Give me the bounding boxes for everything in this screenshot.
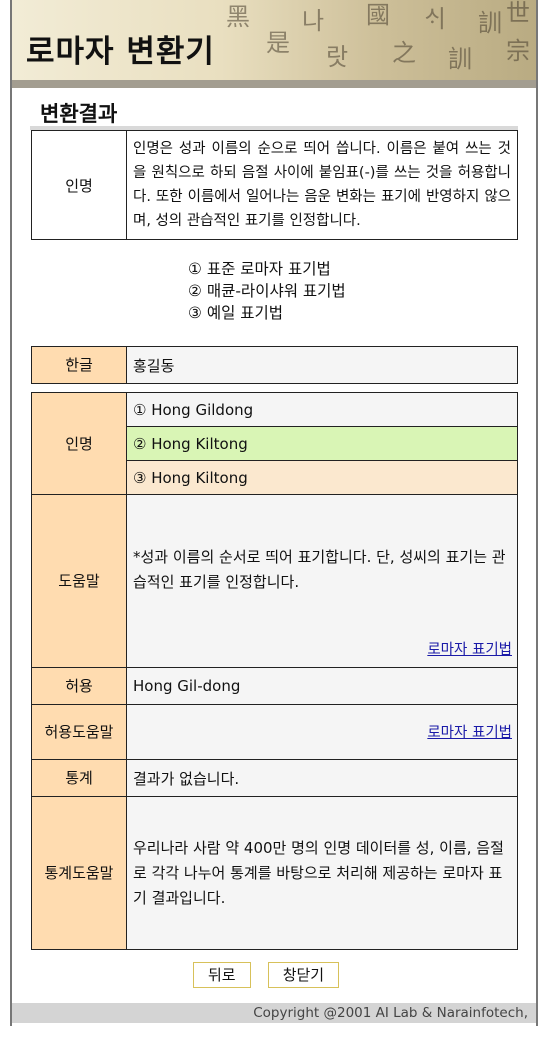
name-result-standard: ① Hong Gildong bbox=[126, 392, 518, 427]
table-row: 인명 ① Hong Gildong bbox=[31, 392, 518, 495]
section-title: 변환결과 bbox=[40, 102, 118, 126]
result-table: 한글 홍길동 인명 ① Hong Gildong ② Hong Kiltong … bbox=[31, 346, 518, 950]
footer: Copyright @2001 AI Lab & Narainfotech, bbox=[12, 1003, 536, 1023]
name-label: 인명 bbox=[31, 392, 127, 495]
table-row: 도움말 *성과 이름의 순서로 띄어 표기합니다. 단, 성씨의 표기는 관습적… bbox=[31, 494, 518, 668]
header-banner: 黑 是 나 랏 國 之 ᄉᆡ 訓 訓 世 宗 로마자 변환기 bbox=[12, 0, 536, 88]
name-rule-note-table: 인명 인명은 성과 이름의 순으로 띄어 씁니다. 이름은 붙여 쓰는 것을 원… bbox=[31, 130, 518, 240]
back-button[interactable]: 뒤로 bbox=[193, 962, 251, 988]
option-mccune-reischauer: ② 매큔-라이샤워 표기법 bbox=[188, 282, 346, 300]
romanization-options-list: ① 표준 로마자 표기법 ② 매큔-라이샤워 표기법 ③ 예일 표기법 bbox=[188, 258, 346, 324]
note-label: 인명 bbox=[31, 130, 127, 240]
allow-label: 허용 bbox=[31, 667, 127, 705]
option-yale: ③ 예일 표기법 bbox=[188, 304, 284, 322]
button-bar: 뒤로 창닫기 bbox=[193, 962, 351, 988]
help-text: *성과 이름의 순서로 띄어 표기합니다. 단, 성씨의 표기는 관습적인 표기… bbox=[133, 548, 506, 591]
table-row: 허용도움말 로마자 표기법 bbox=[31, 704, 518, 760]
spacer-row bbox=[31, 383, 518, 393]
stats-value: 결과가 없습니다. bbox=[126, 759, 518, 797]
close-window-button[interactable]: 창닫기 bbox=[267, 962, 340, 988]
hangul-label: 한글 bbox=[31, 346, 127, 384]
stats-help-label: 통계도움말 bbox=[31, 796, 127, 950]
allow-help-cell: 로마자 표기법 bbox=[126, 704, 518, 760]
table-row: 허용 Hong Gil-dong bbox=[31, 667, 518, 705]
help-label: 도움말 bbox=[31, 494, 127, 668]
banner-divider bbox=[12, 80, 536, 88]
stats-help-text: 우리나라 사람 약 400만 명의 인명 데이터를 성, 이름, 음절로 각각 … bbox=[126, 796, 518, 950]
stats-label: 통계 bbox=[31, 759, 127, 797]
app-title: 로마자 변환기 bbox=[26, 34, 215, 70]
banner-calligraphy-image: 黑 是 나 랏 國 之 ᄉᆡ 訓 訓 世 宗 bbox=[226, 0, 532, 73]
copyright-text: Copyright @2001 AI Lab & Narainfotech, bbox=[253, 1005, 528, 1021]
table-row: 통계 결과가 없습니다. bbox=[31, 759, 518, 797]
table-row: 한글 홍길동 bbox=[31, 346, 518, 384]
hangul-value: 홍길동 bbox=[126, 346, 518, 384]
name-result-mccune: ② Hong Kiltong bbox=[126, 426, 518, 461]
allow-romanization-rules-link[interactable]: 로마자 표기법 bbox=[427, 721, 512, 742]
name-result-yale: ③ Hong Kiltong bbox=[126, 460, 518, 495]
allow-value: Hong Gil-dong bbox=[126, 667, 518, 705]
romanization-rules-link[interactable]: 로마자 표기법 bbox=[427, 638, 512, 659]
allow-help-label: 허용도움말 bbox=[31, 704, 127, 760]
note-text: 인명은 성과 이름의 순으로 띄어 씁니다. 이름은 붙여 쓰는 것을 원칙으로… bbox=[126, 130, 518, 240]
help-cell: *성과 이름의 순서로 띄어 표기합니다. 단, 성씨의 표기는 관습적인 표기… bbox=[126, 494, 518, 668]
table-row: 통계도움말 우리나라 사람 약 400만 명의 인명 데이터를 성, 이름, 음… bbox=[31, 796, 518, 950]
option-standard: ① 표준 로마자 표기법 bbox=[188, 260, 331, 278]
